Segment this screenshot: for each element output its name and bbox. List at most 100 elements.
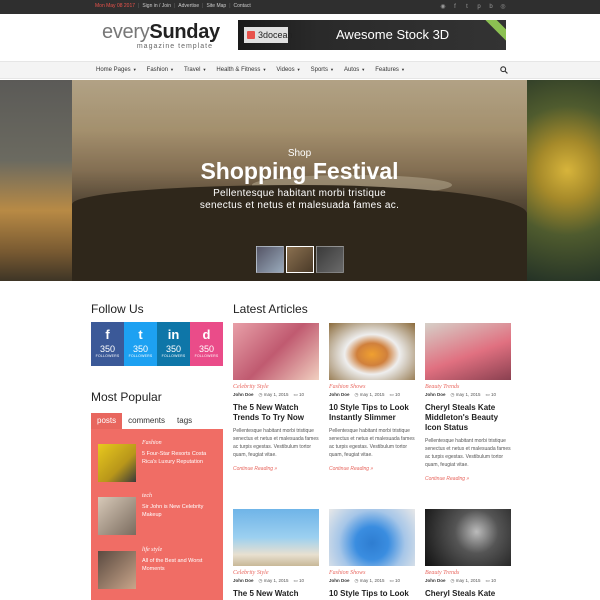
article-meta: John Doe ◷ may 1, 2015 ▭ 10 <box>329 578 415 584</box>
continue-reading-link[interactable]: Continue Reading » <box>329 466 415 472</box>
site-map-link[interactable]: Site Map <box>206 3 226 9</box>
slide-thumbnail[interactable] <box>316 246 344 273</box>
caret-down-icon: ▼ <box>262 67 267 72</box>
rss-icon[interactable]: ◉ <box>440 3 446 11</box>
post-category[interactable]: life style <box>142 547 162 553</box>
twitter-follow-button[interactable]: t 350 FOLLOWERS <box>124 322 157 366</box>
popular-posts-list: Fashion 5 Four-Star Resorts Costa Rica's… <box>91 429 223 600</box>
article-excerpt: Pellentesque habitant morbi tristique se… <box>233 428 319 458</box>
behance-icon[interactable]: b <box>488 3 494 11</box>
article-category[interactable]: Celebrity Style <box>233 570 319 576</box>
article-category[interactable]: Beauty Trends <box>425 570 511 576</box>
post-thumbnail[interactable] <box>98 444 136 482</box>
article-category[interactable]: Beauty Trends <box>425 384 511 390</box>
article-title[interactable]: The 5 New Watch <box>233 589 319 599</box>
article-excerpt: Pellentesque habitant morbi tristique se… <box>329 428 415 458</box>
caret-down-icon: ▼ <box>132 67 137 72</box>
article-category[interactable]: Fashion Shows <box>329 570 415 576</box>
search-icon[interactable] <box>500 66 508 74</box>
post-category[interactable]: Fashion <box>142 440 162 446</box>
article-card: Fashion Shows John Doe ◷ may 1, 2015 ▭ 1… <box>329 509 415 599</box>
caret-down-icon: ▼ <box>400 67 405 72</box>
article-title[interactable]: 10 Style Tips to Look <box>329 589 415 599</box>
prev-slide-image[interactable] <box>0 80 72 281</box>
linkedin-icon: in <box>167 327 180 342</box>
sign-in-link[interactable]: Sign in / Join <box>142 3 171 9</box>
nav-item-sports[interactable]: Sports ▼ <box>311 67 334 73</box>
article-comments[interactable]: ▭ 10 <box>293 578 304 584</box>
article-comments[interactable]: ▭ 10 <box>389 392 400 398</box>
article-author[interactable]: John Doe <box>329 578 350 584</box>
facebook-icon[interactable]: f <box>452 3 458 11</box>
contact-link[interactable]: Contact <box>234 3 251 9</box>
article-author[interactable]: John Doe <box>329 392 350 398</box>
article-comments[interactable]: ▭ 10 <box>485 578 496 584</box>
article-meta: John Doe ◷ may 1, 2015 ▭ 10 <box>425 578 511 584</box>
post-thumbnail[interactable] <box>98 551 136 589</box>
article-card: Beauty Trends John Doe ◷ may 1, 2015 ▭ 1… <box>425 323 511 482</box>
site-logo[interactable]: everySunday magazine template <box>102 22 220 50</box>
article-title[interactable]: Cheryl Steals Kate <box>425 589 511 599</box>
slide-thumbnail-active[interactable] <box>286 246 314 273</box>
nav-item-features[interactable]: Features ▼ <box>375 67 405 73</box>
article-author[interactable]: John Doe <box>233 392 254 398</box>
pinterest-icon[interactable]: p <box>476 3 482 11</box>
article-comments[interactable]: ▭ 10 <box>389 578 400 584</box>
article-category[interactable]: Fashion Shows <box>329 384 415 390</box>
linkedin-follow-button[interactable]: in 350 FOLLOWERS <box>157 322 190 366</box>
caret-down-icon: ▼ <box>329 67 334 72</box>
post-title[interactable]: All of the Best and Worst Moments <box>142 557 222 573</box>
post-category[interactable]: tech <box>142 493 152 499</box>
slider-thumbnails <box>256 246 344 273</box>
article-date: ◷ may 1, 2015 <box>450 578 481 583</box>
article-date: ◷ may 1, 2015 <box>354 392 385 397</box>
article-author[interactable]: John Doe <box>233 578 254 584</box>
article-image[interactable] <box>329 323 415 380</box>
dribbble-icon[interactable]: ◎ <box>500 3 506 11</box>
nav-item-travel[interactable]: Travel ▼ <box>184 67 206 73</box>
article-meta: John Doe ◷ may 1, 2015 ▭ 10 <box>425 392 511 398</box>
article-author[interactable]: John Doe <box>425 392 446 398</box>
article-title[interactable]: The 5 New Watch Trends To Try Now <box>233 403 319 423</box>
dribbble-icon: d <box>202 327 211 342</box>
advertise-link[interactable]: Advertise <box>178 3 199 9</box>
article-image[interactable] <box>233 509 319 566</box>
slide-thumbnail[interactable] <box>256 246 284 273</box>
tab-tags[interactable]: tags <box>171 413 198 429</box>
hero-title[interactable]: Shopping Festival <box>72 158 527 185</box>
article-title[interactable]: Cheryl Steals Kate Middleton's Beauty Ic… <box>425 403 511 433</box>
article-comments[interactable]: ▭ 10 <box>293 392 304 398</box>
post-title[interactable]: 5 Four-Star Resorts Costa Rica's Luxury … <box>142 450 222 466</box>
next-slide-image[interactable] <box>527 80 600 281</box>
facebook-follow-button[interactable]: f 350 FOLLOWERS <box>91 322 124 366</box>
article-image[interactable] <box>425 323 511 380</box>
article-comments[interactable]: ▭ 10 <box>485 392 496 398</box>
article-image[interactable] <box>233 323 319 380</box>
tab-comments[interactable]: comments <box>122 413 171 429</box>
nav-item-health-fitness[interactable]: Health & Fitness ▼ <box>216 67 266 73</box>
article-title[interactable]: 10 Style Tips to Look Instantly Slimmer <box>329 403 415 423</box>
tab-posts[interactable]: posts <box>91 413 123 429</box>
continue-reading-link[interactable]: Continue Reading » <box>425 476 511 482</box>
article-author[interactable]: John Doe <box>425 578 446 584</box>
banner-ad[interactable]: 3docean Awesome Stock 3D <box>238 20 506 50</box>
dribbble-follow-button[interactable]: d 350 FOLLOWERS <box>190 322 223 366</box>
post-thumbnail[interactable] <box>98 497 136 535</box>
nav-item-home-pages[interactable]: Home Pages ▼ <box>96 67 137 73</box>
article-category[interactable]: Celebrity Style <box>233 384 319 390</box>
caret-down-icon: ▼ <box>202 67 207 72</box>
article-meta: John Doe ◷ may 1, 2015 ▭ 10 <box>329 392 415 398</box>
nav-item-autos[interactable]: Autos ▼ <box>344 67 365 73</box>
twitter-icon[interactable]: t <box>464 3 470 11</box>
banner-ribbon <box>485 20 506 42</box>
popular-tabs: posts comments tags <box>91 413 198 429</box>
nav-item-fashion[interactable]: Fashion ▼ <box>147 67 174 73</box>
post-title[interactable]: Sir John is New Celebrity Makeup <box>142 503 222 519</box>
twitter-icon: t <box>138 327 143 342</box>
article-image[interactable] <box>329 509 415 566</box>
article-image[interactable] <box>425 509 511 566</box>
article-card: Beauty Trends John Doe ◷ may 1, 2015 ▭ 1… <box>425 509 511 599</box>
article-date: ◷ may 1, 2015 <box>258 392 289 397</box>
continue-reading-link[interactable]: Continue Reading » <box>233 466 319 472</box>
nav-item-videos[interactable]: Videos ▼ <box>276 67 300 73</box>
